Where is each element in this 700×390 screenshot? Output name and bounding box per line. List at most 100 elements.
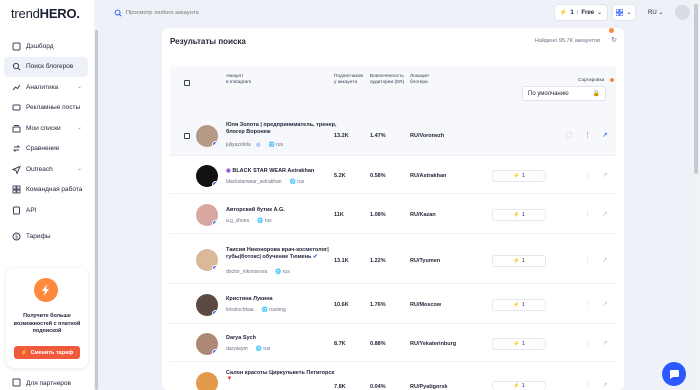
- instagram-badge-icon: [212, 220, 218, 226]
- sidebar-item-team[interactable]: Командная работа: [4, 180, 88, 201]
- notification-dot: [609, 28, 614, 33]
- instagram-icon[interactable]: ◎: [256, 142, 260, 148]
- app-logo[interactable]: trendHERO.: [11, 6, 80, 21]
- geo-label: rus: [282, 269, 290, 275]
- tariffs-icon: $: [12, 232, 21, 241]
- account-search[interactable]: [108, 4, 244, 21]
- blogger-handle: a.g_shoes 🌐 rus: [226, 218, 272, 224]
- sidebar-item-dashboard[interactable]: Дэшборд: [4, 36, 88, 57]
- table-row[interactable]: Юля Золота | предприниматель, тренер, бл…: [170, 116, 616, 156]
- blogger-handle: juliyazolota ◎ 🌐 rus: [226, 142, 283, 148]
- unlock-stats-button[interactable]: ⚡ 1: [492, 299, 546, 311]
- more-options-icon[interactable]: ⋮: [584, 171, 591, 179]
- open-external-icon[interactable]: ↗: [602, 210, 608, 218]
- chat-widget-button[interactable]: [662, 362, 686, 386]
- more-options-icon[interactable]: ⋮: [584, 131, 591, 139]
- table-row[interactable]: Авторский бутик A.G. a.g_shoes 🌐 rus 11K …: [170, 196, 616, 234]
- blogger-name[interactable]: Авторский бутик A.G.: [226, 207, 338, 214]
- logo-text-light: trend: [11, 6, 40, 21]
- unlock-stats-button[interactable]: ⚡ 1: [492, 170, 546, 182]
- more-options-icon[interactable]: ⋮: [584, 210, 591, 218]
- copy-icon[interactable]: ▢: [566, 131, 573, 139]
- more-options-icon[interactable]: ⋮: [584, 256, 591, 264]
- avatar[interactable]: [196, 165, 218, 187]
- open-external-icon[interactable]: ↗: [602, 131, 608, 139]
- sidebar-item-api[interactable]: API: [4, 200, 88, 221]
- sidebar-item-analytics[interactable]: Аналитика ⌄: [4, 77, 88, 98]
- row-checkbox[interactable]: [184, 133, 190, 139]
- sort-select[interactable]: По умолчанию 🔒: [522, 86, 606, 101]
- change-plan-button[interactable]: ⚡ Сменить тариф: [14, 346, 80, 359]
- sidebar-item-compare[interactable]: Сравнение: [4, 139, 88, 160]
- handle-text: daryasym: [226, 346, 248, 352]
- unlock-stats-button[interactable]: ⚡ 1: [492, 381, 546, 390]
- handle-text: blackstarwear_astrakhan: [226, 179, 282, 185]
- avatar[interactable]: [196, 249, 218, 271]
- analytics-icon: [12, 83, 21, 92]
- blogger-handle: daryasym 🌐 rus: [226, 346, 270, 352]
- table-row[interactable]: Таисия Никонорова врач-косметолог| губы|…: [170, 236, 616, 284]
- geo-label: rus: [297, 179, 305, 185]
- apps-menu-button[interactable]: ⌄: [612, 4, 636, 21]
- er-value: 0.58%: [370, 173, 386, 179]
- instagram-badge-icon: [212, 265, 218, 271]
- language-selector[interactable]: RU ⌄: [648, 9, 663, 16]
- table-row[interactable]: Кристина Лукина krisslochkaa 🌐 rus/eng 10…: [170, 286, 616, 324]
- lightning-icon: ⚡: [513, 258, 520, 264]
- sidebar-item-partners[interactable]: Для партнеров: [12, 378, 71, 389]
- location-value: RU/Yekaterinburg: [410, 341, 457, 347]
- avatar[interactable]: [196, 333, 218, 355]
- sidebar-item-label: Аналитика: [26, 83, 59, 91]
- sidebar-item-label: Командная работа: [26, 186, 83, 194]
- blogger-handle: doctor_nikonorova 🌐 rus: [226, 269, 290, 275]
- more-options-icon[interactable]: ⋮: [584, 300, 591, 308]
- sidebar-item-posts[interactable]: Рекламные посты: [4, 98, 88, 119]
- open-external-icon[interactable]: ↗: [602, 256, 608, 264]
- table-row[interactable]: Салон красоты Циркульветь Петигорск 📍 7.…: [170, 364, 616, 390]
- more-options-icon[interactable]: ⋮: [584, 381, 591, 389]
- unlock-stats-button[interactable]: ⚡ 1: [492, 209, 546, 221]
- avatar[interactable]: [196, 294, 218, 316]
- blogger-name[interactable]: ◉ BLACK STAR WEAR Astrakhan: [226, 168, 338, 175]
- column-header-er: Вовлечённость аудитории (ER): [370, 74, 405, 85]
- refresh-icon[interactable]: ↻: [611, 36, 617, 44]
- avatar[interactable]: [196, 372, 218, 390]
- blogger-name[interactable]: Darya Sych: [226, 335, 338, 342]
- sidebar-item-search[interactable]: Поиск блогеров: [4, 56, 88, 77]
- select-all-checkbox[interactable]: [184, 80, 190, 86]
- sidebar-item-lists[interactable]: Мои списки ⌄: [4, 118, 88, 139]
- search-icon: [12, 62, 21, 71]
- outreach-icon: [12, 165, 21, 174]
- table-row[interactable]: Darya Sych daryasym 🌐 rus 8.7K 0.88% RU/Y…: [170, 326, 616, 362]
- sidebar-scrollbar[interactable]: [94, 0, 98, 390]
- unlock-stats-button[interactable]: ⚡ 1: [492, 338, 546, 350]
- sidebar-item-tariffs[interactable]: $ Тарифы: [4, 227, 88, 248]
- upgrade-promo-card: Получите больше возможностей с платной п…: [6, 268, 88, 368]
- table-row[interactable]: ◉ BLACK STAR WEAR Astrakhan blackstarwea…: [170, 158, 616, 194]
- open-external-icon[interactable]: ↗: [602, 381, 608, 389]
- blogger-name[interactable]: Кристина Лукина: [226, 296, 338, 303]
- blogger-name[interactable]: Таисия Никонорова врач-косметолог| губы|…: [226, 247, 338, 261]
- notification-dot: [610, 78, 614, 82]
- handle-text: doctor_nikonorova: [226, 269, 268, 275]
- unlock-stats-button[interactable]: ⚡ 1: [492, 255, 546, 267]
- blogger-name[interactable]: Салон красоты Циркульветь Петигорск 📍: [226, 370, 338, 384]
- scrollbar-thumb[interactable]: [694, 4, 698, 174]
- scrollbar-thumb[interactable]: [94, 30, 98, 390]
- open-external-icon[interactable]: ↗: [602, 171, 608, 179]
- lightning-icon: ⚡: [559, 10, 568, 16]
- plan-selector[interactable]: ⚡ 1 / Free ⌄: [554, 4, 608, 21]
- search-input[interactable]: [126, 9, 236, 16]
- open-external-icon[interactable]: ↗: [602, 300, 608, 308]
- sidebar-item-label: Сравнение: [26, 145, 60, 153]
- more-options-icon[interactable]: ⋮: [584, 339, 591, 347]
- avatar[interactable]: [196, 125, 218, 147]
- page-scrollbar[interactable]: [692, 0, 700, 390]
- column-header-followers: Подписчиков у аккаунта: [334, 74, 363, 85]
- user-avatar[interactable]: [675, 5, 690, 20]
- avatar[interactable]: [196, 204, 218, 226]
- blogger-name[interactable]: Юля Золота | предприниматель, тренер, бл…: [226, 122, 338, 136]
- sidebar-item-outreach[interactable]: Outreach ⌄: [4, 159, 88, 180]
- open-external-icon[interactable]: ↗: [602, 339, 608, 347]
- sidebar: trendHERO. Дэшборд Поиск блогеров Аналит…: [0, 0, 94, 390]
